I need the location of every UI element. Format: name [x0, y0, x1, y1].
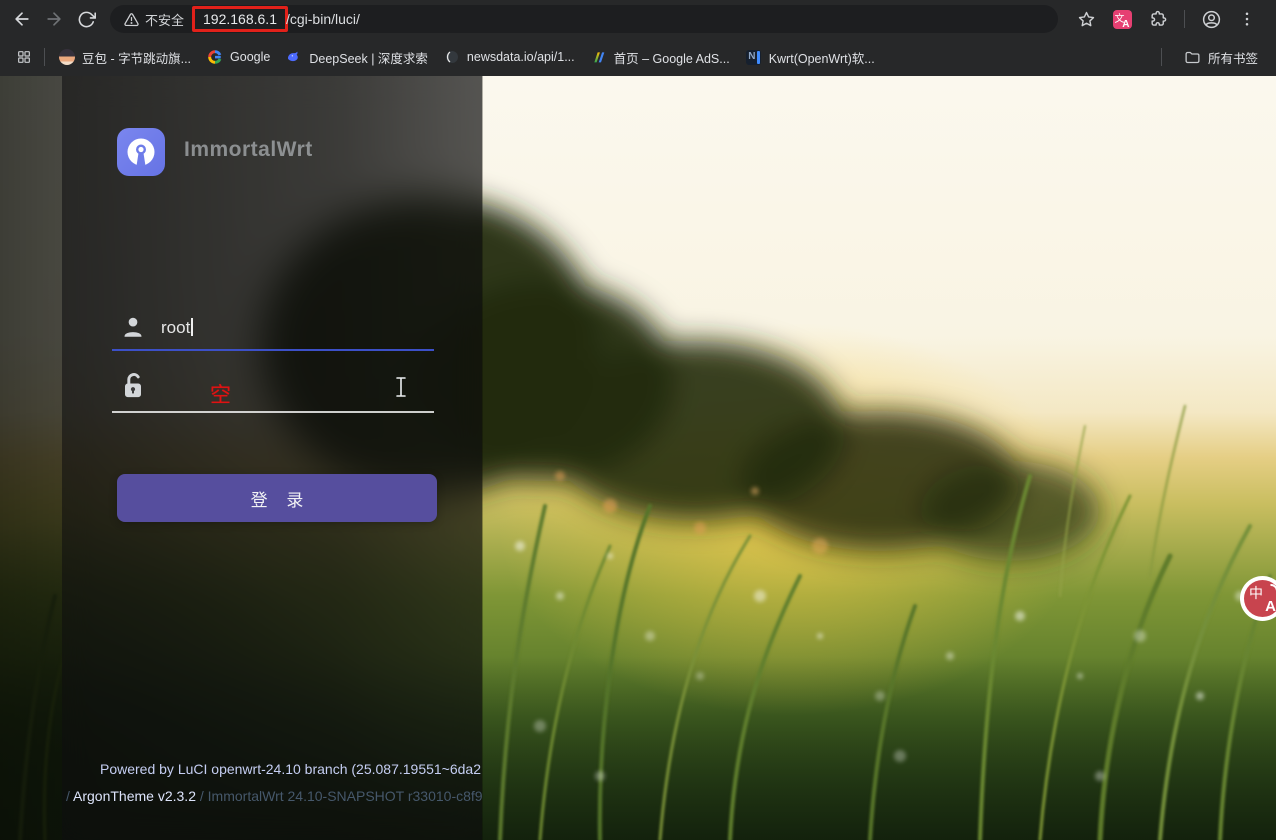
- translate-char-a: A: [1122, 19, 1129, 30]
- doubao-favicon: [59, 49, 75, 65]
- apps-grid-button[interactable]: [10, 43, 38, 71]
- username-input[interactable]: root: [161, 318, 193, 338]
- firmware-version: ImmortalWrt 24.10-SNAPSHOT r33010-c8f9: [208, 788, 482, 804]
- footer-versions: / ArgonTheme v2.3.2 / ImmortalWrt 24.10-…: [66, 788, 482, 804]
- brand-title: ImmortalWrt: [184, 138, 313, 162]
- puzzle-icon: [1149, 10, 1168, 29]
- bookmark-label: DeepSeek | 深度求索: [309, 48, 428, 67]
- toolbar-separator: [1184, 10, 1185, 28]
- refresh-button[interactable]: [70, 3, 102, 35]
- apps-grid-icon: [16, 49, 32, 65]
- bookmark-star-button[interactable]: [1070, 3, 1102, 35]
- toolbar-right-cluster: 文 A: [1070, 3, 1263, 35]
- url-host-annotated: 192.168.6.1: [192, 6, 288, 32]
- url-path: /cgi-bin/luci/: [286, 11, 360, 27]
- login-panel: ImmortalWrt root 空 登 录 Powered by LuCI o…: [62, 76, 482, 840]
- footer-powered-by: Powered by LuCI openwrt-24.10 branch (25…: [100, 761, 482, 777]
- bookmarks-right-cluster: 所有书签: [1155, 44, 1266, 71]
- username-value: root: [161, 318, 190, 337]
- bookmark-label: newsdata.io/api/1...: [467, 50, 575, 64]
- page-viewport: ImmortalWrt root 空 登 录 Powered by LuCI o…: [0, 76, 1276, 840]
- bookmarks-separator: [44, 48, 45, 66]
- browser-window: 不安全 192.168.6.1 /cgi-bin/luci/ 文 A: [0, 0, 1276, 840]
- translate-fab-icon: 中 A: [1244, 580, 1276, 617]
- bookmark-label: 豆包 - 字节跳动旗...: [82, 48, 191, 67]
- back-icon: [12, 9, 32, 29]
- username-underline: [112, 349, 434, 351]
- all-bookmarks-separator: [1161, 48, 1162, 66]
- browser-toolbar: 不安全 192.168.6.1 /cgi-bin/luci/ 文 A: [0, 0, 1276, 38]
- login-button[interactable]: 登 录: [117, 474, 437, 522]
- deepseek-favicon: [286, 49, 302, 65]
- security-chip[interactable]: 不安全: [124, 10, 184, 29]
- refresh-icon: [77, 10, 96, 29]
- all-bookmarks-button[interactable]: 所有书签: [1176, 44, 1266, 71]
- immortalwrt-logo: [117, 128, 165, 176]
- all-bookmarks-label: 所有书签: [1208, 48, 1258, 67]
- bookmark-deepseek[interactable]: DeepSeek | 深度求索: [278, 44, 436, 71]
- bookmark-adsense[interactable]: 首页 – Google AdS...: [583, 44, 738, 71]
- kebab-menu-icon: [1238, 10, 1256, 28]
- translate-fab-char-a: A: [1265, 598, 1276, 615]
- security-label: 不安全: [145, 10, 184, 29]
- footer-sep: /: [196, 788, 208, 804]
- bookmark-label: 首页 – Google AdS...: [614, 48, 730, 67]
- translate-extension-icon: 文 A: [1113, 10, 1132, 29]
- profile-icon: [1201, 9, 1222, 30]
- text-caret: [191, 318, 193, 336]
- password-underline: [112, 411, 434, 413]
- password-ime-char: 空: [210, 384, 231, 407]
- bookmark-label: Google: [230, 50, 270, 64]
- back-button[interactable]: [6, 3, 38, 35]
- menu-button[interactable]: [1231, 3, 1263, 35]
- username-icon: [120, 314, 146, 340]
- adsense-favicon: [591, 49, 607, 65]
- warning-icon: [124, 12, 139, 27]
- bookmarks-bar: 豆包 - 字节跳动旗... Google DeepSeek | 深度求索: [0, 38, 1276, 76]
- translate-fab-char-cn: 中: [1249, 583, 1263, 603]
- google-favicon: [207, 49, 223, 65]
- forward-button[interactable]: [38, 3, 70, 35]
- bookmark-google[interactable]: Google: [199, 45, 278, 69]
- argon-theme-link[interactable]: ArgonTheme v2.3.2: [73, 788, 196, 804]
- translate-extension-button[interactable]: 文 A: [1106, 3, 1138, 35]
- folder-icon: [1184, 49, 1201, 66]
- bookmark-doubao[interactable]: 豆包 - 字节跳动旗...: [51, 44, 199, 71]
- extensions-button[interactable]: [1142, 3, 1174, 35]
- kwrt-favicon: N: [746, 49, 762, 65]
- ibeam-cursor: [394, 376, 408, 398]
- star-icon: [1077, 10, 1096, 29]
- password-input[interactable]: 空: [210, 379, 231, 409]
- password-lock-icon: [118, 370, 148, 402]
- forward-icon: [44, 9, 64, 29]
- bookmark-kwrt[interactable]: N Kwrt(OpenWrt)软...: [738, 44, 883, 71]
- address-bar[interactable]: 不安全 192.168.6.1 /cgi-bin/luci/: [110, 5, 1058, 33]
- newsdata-favicon: [444, 49, 460, 65]
- bookmark-newsdata[interactable]: newsdata.io/api/1...: [436, 45, 583, 69]
- footer-slash: /: [66, 788, 73, 804]
- bookmark-label: Kwrt(OpenWrt)软...: [769, 48, 875, 67]
- profile-button[interactable]: [1195, 3, 1227, 35]
